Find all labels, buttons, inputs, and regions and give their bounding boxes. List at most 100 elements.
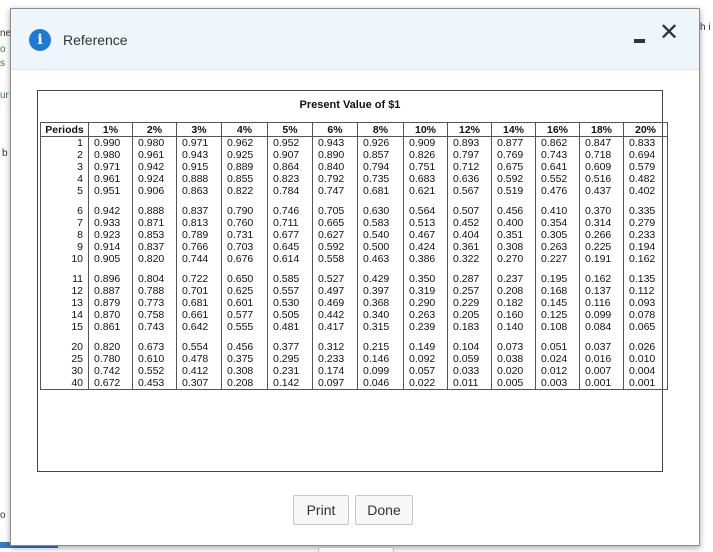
value-cell: 0.625 <box>221 285 268 297</box>
value-cell: 0.004 <box>623 365 668 377</box>
value-cell: 0.145 <box>535 297 580 309</box>
column-header-rate: 8% <box>357 122 404 137</box>
column-header-rate: 16% <box>535 122 580 137</box>
value-cell: 0.870 <box>88 309 133 321</box>
value-cell: 0.962 <box>221 136 268 149</box>
value-cell: 0.942 <box>88 199 133 217</box>
value-cell: 0.225 <box>579 241 624 253</box>
print-button[interactable]: Print <box>293 495 349 525</box>
value-cell: 0.673 <box>132 335 177 353</box>
value-cell: 0.893 <box>447 136 492 149</box>
value-cell: 0.923 <box>88 229 133 241</box>
value-cell: 0.861 <box>88 321 133 335</box>
period-cell: 5 <box>40 185 89 199</box>
value-cell: 0.676 <box>221 253 268 267</box>
value-cell: 0.773 <box>132 297 177 309</box>
value-cell: 0.191 <box>579 253 624 267</box>
value-cell: 0.942 <box>132 161 177 173</box>
table-row: 2 0.980 0.961 0.943 0.925 0.907 0.890 0.857 0.82… <box>40 149 668 161</box>
value-cell: 0.722 <box>176 267 222 285</box>
value-cell: 0.099 <box>357 365 404 377</box>
value-cell: 0.519 <box>491 185 536 199</box>
value-cell: 0.233 <box>623 229 668 241</box>
background-page <box>0 0 10 548</box>
value-cell: 0.505 <box>267 309 313 321</box>
value-cell: 0.788 <box>132 285 177 297</box>
background-text-fragment: o <box>0 510 6 521</box>
value-cell: 0.862 <box>535 136 580 149</box>
value-cell: 0.270 <box>491 253 536 267</box>
value-cell: 0.340 <box>357 309 404 321</box>
period-cell: 10 <box>40 253 89 267</box>
period-cell: 8 <box>40 229 89 241</box>
value-cell: 0.641 <box>535 161 580 173</box>
value-cell: 0.961 <box>132 149 177 161</box>
value-cell: 0.400 <box>491 217 536 229</box>
value-cell: 0.162 <box>623 253 668 267</box>
column-header-rate: 3% <box>176 122 222 137</box>
value-cell: 0.636 <box>447 173 492 185</box>
column-header-rate: 5% <box>267 122 313 137</box>
value-cell: 0.194 <box>623 241 668 253</box>
value-cell: 0.183 <box>447 321 492 335</box>
value-cell: 0.453 <box>132 377 177 390</box>
value-cell: 0.112 <box>623 285 668 297</box>
value-cell: 0.476 <box>535 185 580 199</box>
value-cell: 0.351 <box>491 229 536 241</box>
value-cell: 0.758 <box>132 309 177 321</box>
table-row: 20 0.820 0.673 0.554 0.456 0.377 0.312 0.215 0.1… <box>40 335 668 353</box>
table-row: 9 0.914 0.837 0.766 0.703 0.645 0.592 0.500 0.42… <box>40 241 668 253</box>
value-cell: 0.915 <box>176 161 222 173</box>
value-cell: 0.182 <box>491 297 536 309</box>
table-title: Present Value of $1 <box>299 99 401 111</box>
value-cell: 0.295 <box>267 353 313 365</box>
value-cell: 0.743 <box>535 149 580 161</box>
value-cell: 0.037 <box>579 335 624 353</box>
value-cell: 0.237 <box>491 267 536 285</box>
value-cell: 0.822 <box>221 185 268 199</box>
table-row: 12 0.887 0.788 0.701 0.625 0.557 0.497 0.397 0.3… <box>40 285 668 297</box>
value-cell: 0.943 <box>176 149 222 161</box>
value-cell: 0.011 <box>447 377 492 390</box>
value-cell: 0.257 <box>447 285 492 297</box>
value-cell: 0.661 <box>176 309 222 321</box>
value-cell: 0.092 <box>403 353 448 365</box>
value-cell: 0.971 <box>88 161 133 173</box>
period-cell: 1 <box>40 136 89 149</box>
close-icon[interactable]: ✕ <box>659 21 683 45</box>
value-cell: 0.003 <box>535 377 580 390</box>
value-cell: 0.026 <box>623 335 668 353</box>
value-cell: 0.712 <box>447 161 492 173</box>
table-row: 10 0.905 0.820 0.744 0.676 0.614 0.558 0.463 0.3… <box>40 253 668 267</box>
column-header-rate: 2% <box>132 122 177 137</box>
table-row: 1 0.990 0.980 0.971 0.962 0.952 0.943 0.926 0.90… <box>40 136 668 149</box>
value-cell: 0.305 <box>535 229 580 241</box>
value-cell: 0.205 <box>447 309 492 321</box>
period-cell: 4 <box>40 173 89 185</box>
value-cell: 0.497 <box>312 285 358 297</box>
value-cell: 0.046 <box>357 377 404 390</box>
value-cell: 0.456 <box>221 335 268 353</box>
column-header-rate: 18% <box>579 122 624 137</box>
value-cell: 0.386 <box>403 253 448 267</box>
value-cell: 0.583 <box>357 217 404 229</box>
value-cell: 0.552 <box>132 365 177 377</box>
minimize-icon[interactable] <box>633 31 647 45</box>
value-cell: 0.871 <box>132 217 177 229</box>
background-text-fragment: s <box>0 58 5 69</box>
value-cell: 0.610 <box>132 353 177 365</box>
background-text-fragment: o <box>0 44 6 55</box>
value-cell: 0.751 <box>403 161 448 173</box>
value-cell: 0.813 <box>176 217 222 229</box>
value-cell: 0.747 <box>312 185 358 199</box>
value-cell: 0.038 <box>491 353 536 365</box>
background-text-fragment: h i <box>700 22 711 33</box>
value-cell: 0.402 <box>623 185 668 199</box>
value-cell: 0.907 <box>267 149 313 161</box>
column-header-rate: 14% <box>491 122 536 137</box>
value-cell: 0.650 <box>221 267 268 285</box>
value-cell: 0.463 <box>357 253 404 267</box>
done-button[interactable]: Done <box>355 495 413 525</box>
value-cell: 0.794 <box>357 161 404 173</box>
value-cell: 0.790 <box>221 199 268 217</box>
